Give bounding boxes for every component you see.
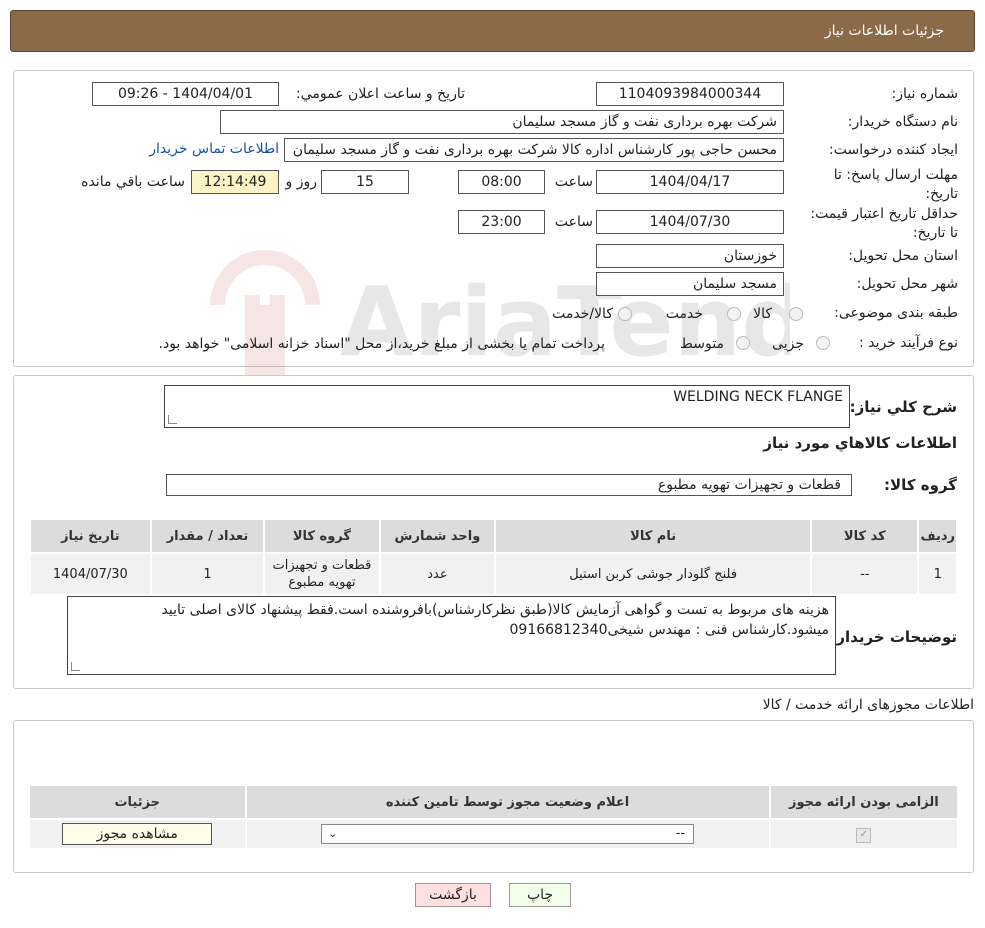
category-option-goods: کالا: [753, 306, 772, 322]
table-row: ✓ -- ⌄ مشاهده مجوز: [28, 818, 960, 850]
cell-qty: 1: [149, 552, 266, 596]
col-date: تاريخ نياز: [29, 518, 152, 554]
permit-status-value: --: [675, 826, 686, 841]
col-qty: تعداد / مقدار: [149, 518, 266, 554]
goods-group-label: گروه کالا:: [884, 476, 957, 494]
buyer-notes-text: هزینه های مربوط به تست و گواهی آزمایش کا…: [161, 602, 829, 638]
permits-table-header: الزامی بودن ارائه مجوز اعلام وضعیت مجوز …: [28, 784, 960, 820]
validity-time-label: ساعت: [554, 214, 593, 230]
col-name: نام کالا: [494, 518, 813, 554]
permit-required-cell: ✓: [768, 818, 960, 850]
deadline-time-label: ساعت: [554, 174, 593, 190]
col-unit: واحد شمارش: [378, 518, 497, 554]
city-label: شهر محل تحويل:: [856, 276, 958, 292]
cell-name: فلنج گلودار جوشی کربن استیل: [494, 552, 813, 596]
page-title: جزئيات اطلاعات نياز: [824, 23, 944, 39]
purchase-note: پرداخت تمام يا بخشی از مبلغ خريد،از محل …: [158, 336, 605, 352]
permits-table: الزامی بودن ارائه مجوز اعلام وضعیت مجوز …: [28, 784, 960, 850]
table-row: 1 -- فلنج گلودار جوشی کربن استیل عدد قطع…: [29, 552, 958, 596]
city-field: مسجد سلیمان: [596, 272, 784, 296]
announce-field: 1404/04/01 - 09:26: [92, 82, 279, 106]
validity-time-field: 23:00: [458, 210, 545, 234]
buyer-notes-field: هزینه های مربوط به تست و گواهی آزمایش کا…: [67, 596, 836, 675]
category-label: طبقه بندی موضوعی:: [834, 305, 958, 321]
cell-date: 1404/07/30: [29, 552, 152, 596]
purchase-option-minor: جزیی: [772, 336, 804, 352]
category-option-both: کالا/خدمت: [552, 306, 613, 322]
checkbox-checked-icon[interactable]: ✓: [856, 827, 872, 843]
deadline-date-field: 1404/04/17: [596, 170, 784, 194]
validity-date-field: 1404/07/30: [596, 210, 784, 234]
items-table: رديف کد کالا نام کالا واحد شمارش گروه کا…: [29, 518, 958, 596]
back-button[interactable]: بازگشت: [415, 883, 491, 907]
col-permit-details: جزئیات: [28, 784, 247, 820]
description-label: شرح کلي نياز:: [849, 398, 957, 416]
description-text: WELDING NECK FLANGE: [673, 389, 843, 405]
cell-unit: عدد: [378, 552, 497, 596]
purchase-type-label: نوع فرآيند خريد :: [859, 335, 958, 351]
permit-status-cell: -- ⌄: [244, 818, 771, 850]
category-radio-goods[interactable]: [789, 307, 803, 321]
items-table-header: رديف کد کالا نام کالا واحد شمارش گروه کا…: [29, 518, 958, 554]
cell-code: --: [810, 552, 920, 596]
buyer-org-field: شرکت بهره برداری نفت و گاز مسجد سلیمان: [220, 110, 784, 134]
province-field: خوزستان: [596, 244, 784, 268]
need-number-label: شماره نياز:: [891, 86, 959, 102]
permit-details-cell: مشاهده مجوز: [28, 818, 247, 850]
category-option-service: خدمت: [665, 306, 703, 322]
buyer-org-label: نام دستگاه خريدار:: [847, 114, 958, 130]
announce-label: تاريخ و ساعت اعلان عمومي:: [296, 86, 465, 102]
category-radio-service[interactable]: [727, 307, 741, 321]
validity-label: حداقل تاريخ اعتبار قيمت: تا تاريخ:: [810, 206, 958, 241]
permit-status-select[interactable]: -- ⌄: [321, 824, 695, 844]
deadline-time-field: 08:00: [458, 170, 545, 194]
view-permit-button[interactable]: مشاهده مجوز: [62, 823, 213, 845]
cell-group: قطعات و تجهیزات تهویه مطبوع: [263, 552, 381, 596]
province-label: استان محل تحويل:: [848, 248, 958, 264]
days-label: روز و: [285, 174, 318, 190]
remaining-label: ساعت باقي مانده: [81, 174, 185, 190]
deadline-label: مهلت ارسال پاسخ: تا تاريخ:: [833, 167, 958, 202]
permits-title: اطلاعات مجوزهای ارائه خدمت / کالا: [762, 697, 974, 713]
requester-field: محسن حاجی پور کارشناس اداره کالا شرکت به…: [284, 138, 784, 162]
col-code: کد کالا: [810, 518, 920, 554]
category-radio-both[interactable]: [618, 307, 632, 321]
page-header: جزئيات اطلاعات نياز: [10, 10, 975, 52]
resize-handle-icon[interactable]: [71, 662, 80, 671]
need-number-field: 1104093984000344: [596, 82, 784, 106]
requester-label: ايجاد کننده درخواست:: [829, 142, 958, 158]
buyer-contact-link[interactable]: اطلاعات تماس خريدار: [149, 141, 279, 157]
col-row: رديف: [917, 518, 958, 554]
goods-group-field: قطعات و تجهیزات تهویه مطبوع: [166, 474, 852, 496]
cell-row: 1: [917, 552, 958, 596]
description-field: WELDING NECK FLANGE: [164, 385, 850, 428]
purchase-option-medium: متوسط: [680, 336, 724, 352]
print-button[interactable]: چاپ: [509, 883, 571, 907]
chevron-down-icon: ⌄: [328, 827, 338, 840]
purchase-radio-medium[interactable]: [736, 336, 750, 350]
col-group: گروه کالا: [263, 518, 381, 554]
remaining-time-field: 12:14:49: [191, 170, 279, 194]
days-remaining-field: 15: [321, 170, 409, 194]
col-permit-required: الزامی بودن ارائه مجوز: [768, 784, 960, 820]
items-section-title: اطلاعات کالاهاي مورد نياز: [763, 434, 957, 452]
buyer-notes-label: توضيحات خريدار:: [830, 628, 957, 646]
purchase-radio-minor[interactable]: [816, 336, 830, 350]
col-permit-status: اعلام وضعیت مجوز توسط تامین کننده: [244, 784, 771, 820]
resize-handle-icon[interactable]: [168, 415, 177, 424]
